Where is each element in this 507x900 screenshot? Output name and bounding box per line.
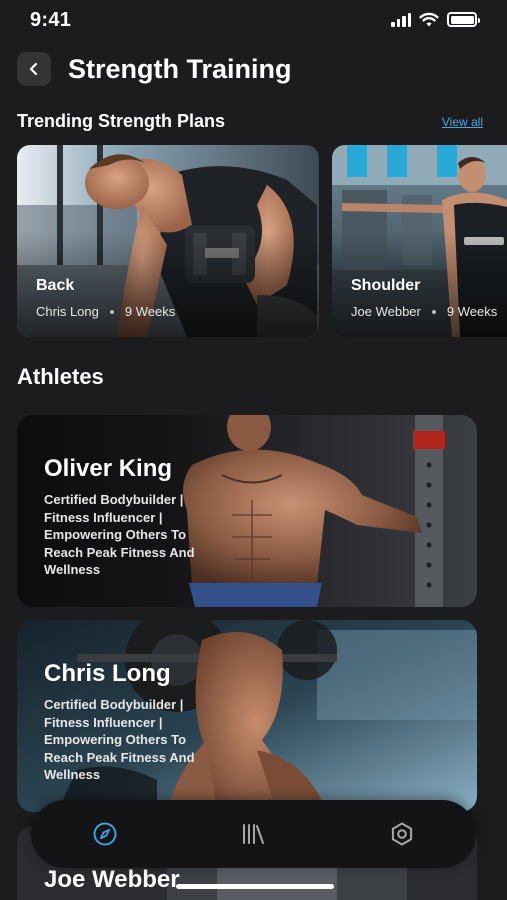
bottom-nav [31,800,476,868]
home-indicator [176,884,334,889]
athlete-name: Chris Long [44,660,171,687]
plan-meta: Chris Long 9 Weeks [36,304,175,319]
plan-meta: Joe Webber 9 Weeks [351,304,497,319]
athlete-name: Joe Webber [44,866,180,893]
trending-title: Trending Strength Plans [17,111,226,131]
signal-icon [391,12,411,27]
athlete-card-chris-long[interactable]: Chris Long Certified Bodybuilder | Fitne… [17,620,477,812]
plan-coach: Chris Long [36,304,99,319]
athlete-name: Oliver King [44,455,173,482]
plan-coach: Joe Webber [351,304,421,319]
separator-dot [109,309,114,314]
header: Strength Training [17,50,490,88]
plan-duration: 9 Weeks [124,304,176,319]
plan-info: Shoulder Joe Webber 9 Weeks [351,277,497,319]
status-icons [391,12,480,27]
athlete-info: Oliver King Certified Bodybuilder | Fitn… [44,455,219,579]
athlete-info: Joe Webber [44,866,180,894]
athlete-bio: Certified Bodybuilder | Fitness Influenc… [44,697,195,782]
trending-section-header: Trending Strength Plans View all [17,111,483,132]
chevron-left-icon [29,62,38,76]
plan-info: Back Chris Long 9 Weeks [36,277,175,319]
status-bar: 9:41 [0,0,507,44]
page-title: Strength Training [68,53,292,84]
plan-name: Shoulder [351,277,421,294]
plan-name: Back [36,277,75,294]
nav-discover[interactable] [75,804,135,864]
settings-icon [391,822,412,846]
plan-card-shoulder[interactable]: Shoulder Joe Webber 9 Weeks [332,145,507,337]
plan-card-back[interactable]: Back Chris Long 9 Weeks [17,145,319,337]
athletes-title: Athletes [17,364,104,389]
wifi-icon [419,12,439,27]
library-icon [243,824,265,844]
separator-dot [431,309,436,314]
nav-settings[interactable] [372,804,432,864]
nav-library[interactable] [223,804,283,864]
compass-icon [93,822,117,846]
athlete-card-oliver-king[interactable]: Oliver King Certified Bodybuilder | Fitn… [17,415,477,607]
view-all-link[interactable]: View all [442,115,483,129]
back-button[interactable] [17,52,51,86]
plan-duration: 9 Weeks [446,304,498,319]
battery-icon [447,12,480,27]
status-time: 9:41 [30,9,72,31]
athlete-info: Chris Long Certified Bodybuilder | Fitne… [44,660,219,784]
athlete-bio: Certified Bodybuilder | Fitness Influenc… [44,492,195,577]
